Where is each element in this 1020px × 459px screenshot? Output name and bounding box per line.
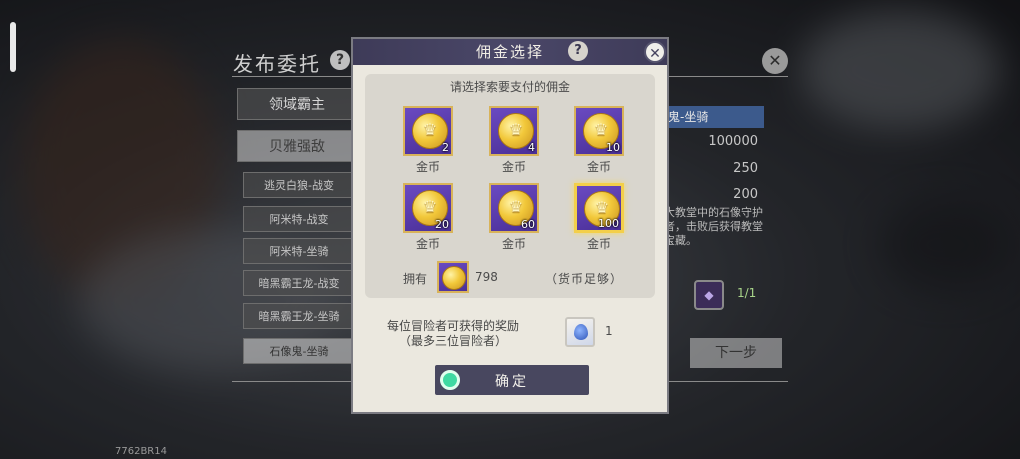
reward-count: 1 — [605, 324, 613, 338]
list-item[interactable]: 阿米特-战变 — [243, 206, 355, 232]
stat-value: 200 — [733, 187, 758, 202]
background-panel-title: 发布委托 — [233, 52, 321, 76]
coin-amount: 4 — [528, 141, 535, 154]
coin-label: 金币 — [586, 160, 611, 174]
tab-beya-enemy[interactable]: 贝雅强敌 — [237, 130, 357, 162]
coin-label: 金币 — [415, 237, 440, 251]
selection-prompt: 请选择索要支付的佣金 — [449, 80, 570, 94]
owned-label: 拥有 — [403, 272, 428, 286]
dialog-title: 佣金选择 — [475, 43, 544, 61]
coin-option-60[interactable]: ♛ 60 — [489, 183, 539, 233]
dialog-header: 佣金选择 ? ✕ — [353, 39, 667, 65]
confirm-label: 确定 — [495, 374, 529, 390]
list-item[interactable]: 石像鬼-坐骑 — [243, 338, 355, 364]
list-item[interactable]: 逃灵白狼-战变 — [243, 172, 355, 198]
coin-amount: 10 — [606, 141, 620, 154]
coin-option-20[interactable]: ♛ 20 — [403, 183, 453, 233]
owned-coin-count: 798 — [475, 270, 498, 284]
side-drawer-handle[interactable] — [10, 22, 16, 72]
reward-limit-note: （最多三位冒险者） — [398, 334, 507, 348]
stat-value: 250 — [733, 161, 758, 176]
coin-label: 金币 — [415, 160, 440, 174]
reward-potion-icon — [565, 317, 595, 347]
coin-label: 金币 — [586, 237, 611, 251]
coin-amount: 60 — [521, 218, 535, 231]
currency-status: （货币足够） — [545, 272, 624, 286]
coin-label: 金币 — [501, 237, 526, 251]
list-item[interactable]: 暗黑霸王龙-战变 — [243, 270, 355, 296]
next-step-button[interactable]: 下一步 — [690, 338, 782, 368]
stat-value: 100000 — [708, 134, 758, 149]
coin-amount: 2 — [442, 141, 449, 154]
owned-gold-coin-icon — [437, 261, 469, 293]
selected-target-header: 鬼-坐骑 — [660, 106, 764, 128]
build-code: 7762BR14 — [115, 446, 167, 457]
help-icon[interactable]: ? — [568, 41, 588, 61]
coin-option-100-selected[interactable]: ♛ 100 — [574, 183, 624, 233]
background-close-icon[interactable]: ✕ — [762, 48, 788, 74]
coin-amount: 100 — [598, 217, 619, 230]
item-icon: ◆ — [694, 280, 724, 310]
help-icon[interactable]: ? — [330, 50, 350, 70]
confirm-button[interactable]: 确定 — [435, 365, 589, 395]
tab-domain-overlord[interactable]: 领域霸主 — [237, 88, 357, 120]
coin-label: 金币 — [501, 160, 526, 174]
commission-select-dialog: 佣金选择 ? ✕ 请选择索要支付的佣金 ♛ 2 金币 ♛ 4 金币 ♛ 10 金… — [351, 37, 669, 414]
coin-option-4[interactable]: ♛ 4 — [489, 106, 539, 156]
coin-option-10[interactable]: ♛ 10 — [574, 106, 624, 156]
coin-amount: 20 — [435, 218, 449, 231]
list-item[interactable]: 暗黑霸王龙-坐骑 — [243, 303, 355, 329]
list-item[interactable]: 阿米特-坐骑 — [243, 238, 355, 264]
close-icon[interactable]: ✕ — [644, 41, 666, 63]
progress-count: 1/1 — [737, 286, 757, 300]
target-description: 大教堂中的石像守护者，击败后获得教堂宝藏。 — [664, 206, 763, 247]
coin-option-2[interactable]: ♛ 2 — [403, 106, 453, 156]
coin-options-panel: 请选择索要支付的佣金 ♛ 2 金币 ♛ 4 金币 ♛ 10 金币 ♛ 20 金币… — [365, 74, 655, 298]
